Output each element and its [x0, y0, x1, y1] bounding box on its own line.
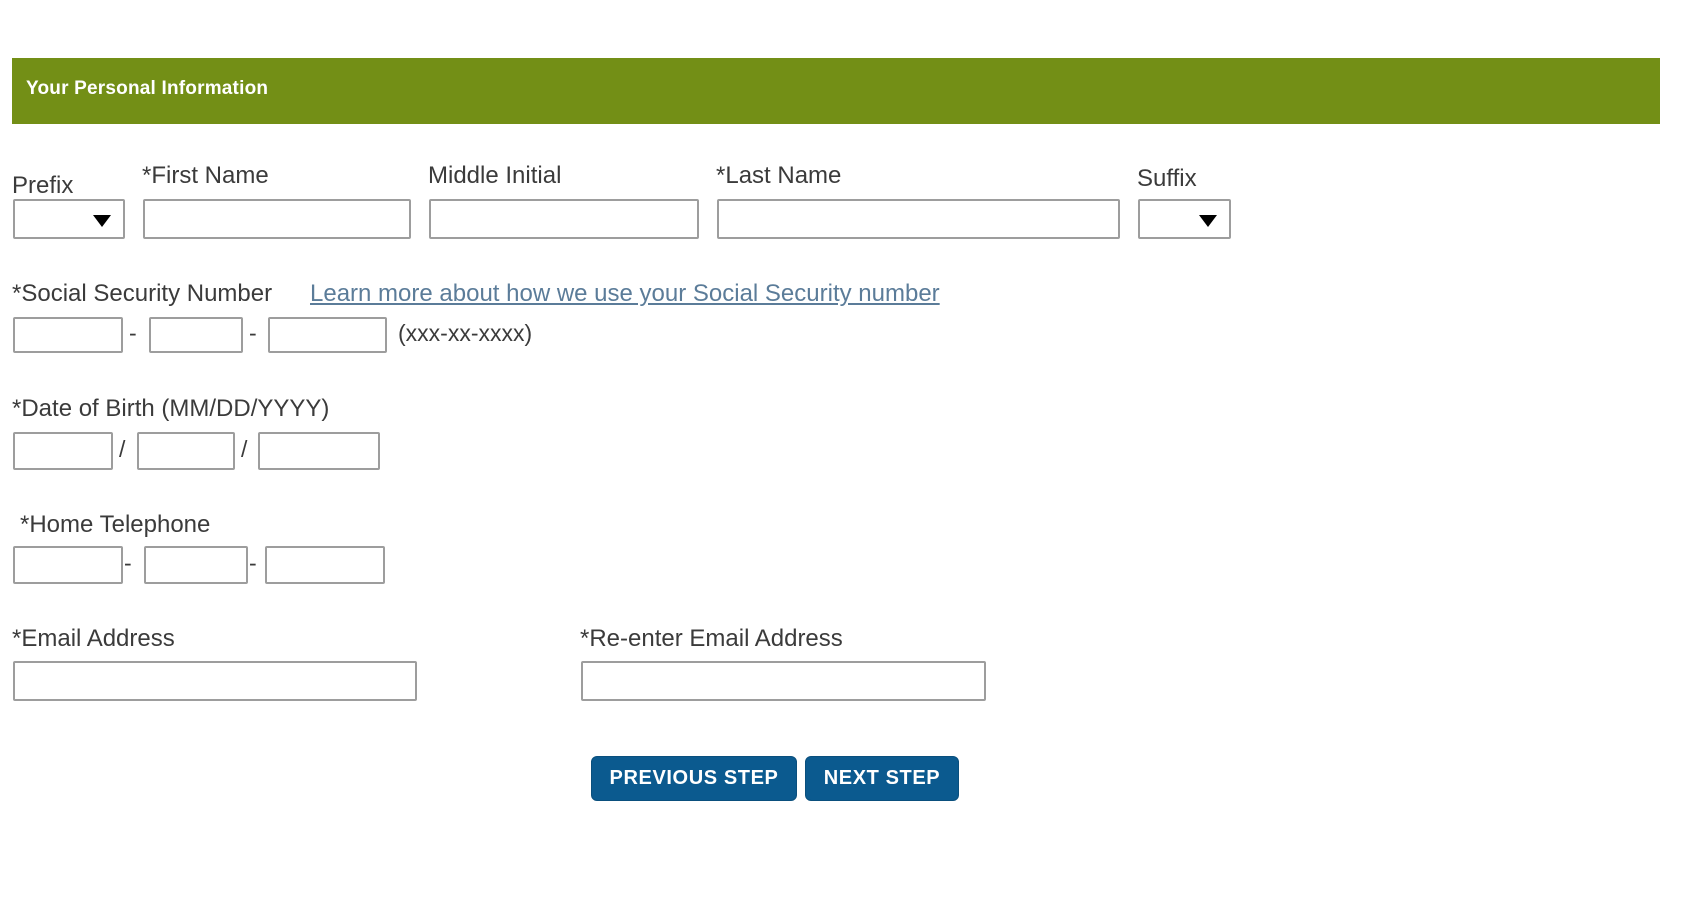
last-name-input[interactable] — [717, 199, 1120, 239]
dob-year-input[interactable] — [258, 432, 380, 470]
phone-prefix-input[interactable] — [144, 546, 248, 584]
ssn-format-hint: (xxx-xx-xxxx) — [398, 320, 532, 346]
middle-initial-input[interactable] — [429, 199, 699, 239]
ssn-part2-input[interactable] — [149, 317, 243, 353]
suffix-select[interactable]: Jr.Sr.IIIIIIV — [1138, 199, 1231, 239]
section-header-bar: Your Personal Information — [12, 58, 1660, 124]
email-address-label: *Email Address — [12, 626, 175, 652]
next-step-button[interactable]: NEXT STEP — [805, 756, 959, 801]
middle-initial-label: Middle Initial — [428, 163, 561, 189]
ssn-learn-more-link[interactable]: Learn more about how we use your Social … — [310, 281, 940, 307]
ssn-part3-input[interactable] — [268, 317, 387, 353]
page-title: Your Personal Information — [26, 78, 268, 100]
previous-step-button[interactable]: PREVIOUS STEP — [591, 756, 797, 801]
reenter-email-address-label: *Re-enter Email Address — [580, 626, 843, 652]
ssn-separator-1: - — [129, 320, 137, 346]
dob-separator-2: / — [241, 436, 247, 462]
last-name-label: *Last Name — [716, 163, 841, 189]
home-telephone-label: *Home Telephone — [20, 512, 210, 538]
first-name-label: *First Name — [142, 163, 269, 189]
date-of-birth-label: *Date of Birth (MM/DD/YYYY) — [12, 396, 329, 422]
ssn-label: *Social Security Number — [12, 281, 272, 307]
dob-day-input[interactable] — [137, 432, 235, 470]
email-address-input[interactable] — [13, 661, 417, 701]
dob-month-input[interactable] — [13, 432, 113, 470]
phone-area-input[interactable] — [13, 546, 123, 584]
suffix-label: Suffix — [1137, 166, 1197, 192]
dob-separator-1: / — [119, 436, 125, 462]
phone-line-input[interactable] — [265, 546, 385, 584]
phone-separator-2: - — [249, 550, 257, 576]
personal-information-form: Your Personal Information Prefix Mr.Mrs.… — [0, 0, 1689, 924]
ssn-separator-2: - — [249, 320, 257, 346]
prefix-select[interactable]: Mr.Mrs.Ms.MissDr. — [13, 199, 125, 239]
prefix-label: Prefix — [12, 173, 73, 199]
reenter-email-address-input[interactable] — [581, 661, 986, 701]
phone-separator-1: - — [124, 550, 132, 576]
first-name-input[interactable] — [143, 199, 411, 239]
ssn-part1-input[interactable] — [13, 317, 123, 353]
